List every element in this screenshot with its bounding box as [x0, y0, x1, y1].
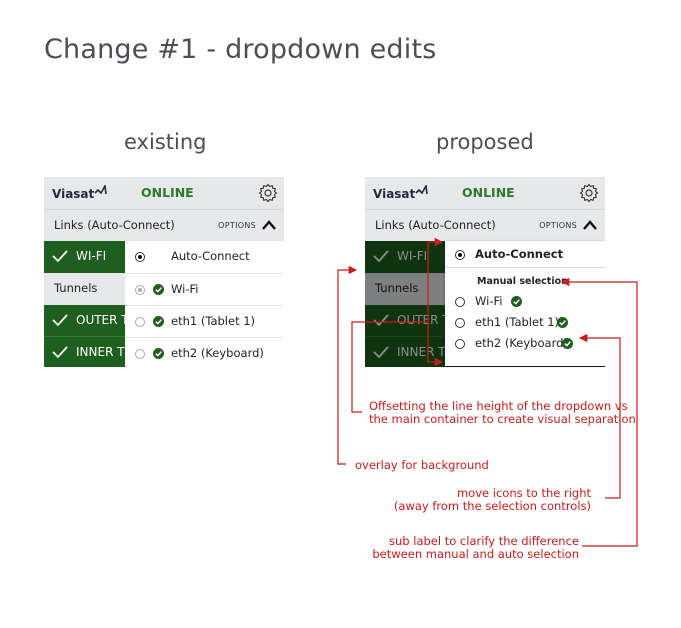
status-label: ONLINE [462, 185, 515, 200]
dropdown-item-label: Auto-Connect [475, 247, 564, 261]
dropdown-item-label: Auto-Connect [171, 249, 250, 263]
divider [445, 267, 605, 268]
check-circle-icon [153, 284, 164, 295]
existing-panel: Viasat ONLINE Links (Auto-Connect) OPTIO… [44, 177, 284, 367]
annotation-icons-line2: (away from the selection controls) [393, 499, 591, 513]
dropdown-item-eth2[interactable]: eth2 (Keyboard) [125, 337, 284, 367]
radio-icon[interactable] [135, 285, 145, 295]
existing-dropdown: Auto-Connect Wi-Fi eth1 (Tablet 1) eth2 … [125, 241, 284, 367]
links-label: Links (Auto-Connect) [375, 218, 496, 232]
dropdown-item-label: eth1 (Tablet 1) [475, 315, 560, 329]
links-bar[interactable]: Links (Auto-Connect) OPTIONS [44, 209, 284, 241]
dropdown-item-eth2[interactable]: eth2 (Keyboard) [445, 335, 605, 355]
dropdown-item-auto[interactable]: Auto-Connect [445, 241, 605, 273]
proposed-heading: proposed [436, 130, 534, 154]
app-header: Viasat ONLINE [365, 177, 605, 209]
check-icon [52, 250, 68, 263]
chevron-up-icon[interactable] [583, 219, 597, 231]
radio-icon[interactable] [455, 318, 465, 328]
dropdown-item-label: eth1 (Tablet 1) [171, 314, 256, 328]
proposed-dropdown: Auto-Connect Manual selection Wi-Fi eth1… [445, 241, 605, 366]
radio-icon[interactable] [455, 339, 465, 349]
page-title: Change #1 - dropdown edits [44, 34, 437, 65]
links-bar[interactable]: Links (Auto-Connect) OPTIONS [365, 209, 605, 241]
links-label: Links (Auto-Connect) [54, 218, 175, 232]
viasat-logo: Viasat [52, 187, 95, 201]
proposed-panel: Viasat ONLINE Links (Auto-Connect) OPTIO… [365, 177, 605, 367]
check-icon [52, 346, 68, 359]
dropdown-item-label: eth2 (Keyboard) [475, 336, 568, 350]
status-label: ONLINE [141, 185, 194, 200]
annotation-overlay: overlay for background [355, 458, 489, 472]
radio-icon[interactable] [135, 252, 145, 262]
viasat-logo: Viasat [373, 187, 416, 201]
dropdown-item-wifi[interactable]: Wi-Fi [445, 293, 605, 313]
dropdown-item-label: eth2 (Keyboard) [171, 346, 264, 360]
dropdown-item-label: Wi-Fi [475, 294, 503, 308]
dropdown-item-label: Wi-Fi [171, 282, 199, 296]
check-circle-icon [153, 316, 164, 327]
row-label: WI-FI [76, 249, 107, 263]
row-label: OUTER T [76, 313, 129, 327]
dropdown-item-eth1[interactable]: eth1 (Tablet 1) [125, 305, 284, 338]
annotation-sublabel-line2: between manual and auto selection [372, 547, 579, 561]
existing-heading: existing [124, 130, 207, 154]
radio-icon[interactable] [135, 349, 145, 359]
row-label: INNER T [76, 345, 125, 359]
row-label: Tunnels [54, 281, 98, 295]
annotation-offset-line2: the main container to create visual sepa… [369, 412, 636, 426]
manual-selection-sublabel: Manual selection [477, 276, 568, 287]
options-label[interactable]: OPTIONS [539, 221, 577, 230]
gear-icon[interactable] [258, 183, 278, 203]
chevron-up-icon[interactable] [262, 219, 276, 231]
check-circle-icon [511, 296, 522, 307]
logo-signal-icon [415, 185, 428, 195]
app-header: Viasat ONLINE [44, 177, 284, 209]
check-circle-icon [562, 338, 573, 349]
radio-icon[interactable] [455, 250, 465, 260]
radio-icon[interactable] [135, 317, 145, 327]
dropdown-item-auto[interactable]: Auto-Connect [125, 241, 284, 273]
radio-icon[interactable] [455, 297, 465, 307]
gear-icon[interactable] [579, 183, 599, 203]
check-circle-icon [557, 317, 568, 328]
check-icon [52, 314, 68, 327]
logo-signal-icon [94, 185, 107, 195]
dropdown-item-eth1[interactable]: eth1 (Tablet 1) [445, 314, 605, 334]
dropdown-item-wifi[interactable]: Wi-Fi [125, 273, 284, 306]
options-label[interactable]: OPTIONS [218, 221, 256, 230]
check-circle-icon [153, 348, 164, 359]
